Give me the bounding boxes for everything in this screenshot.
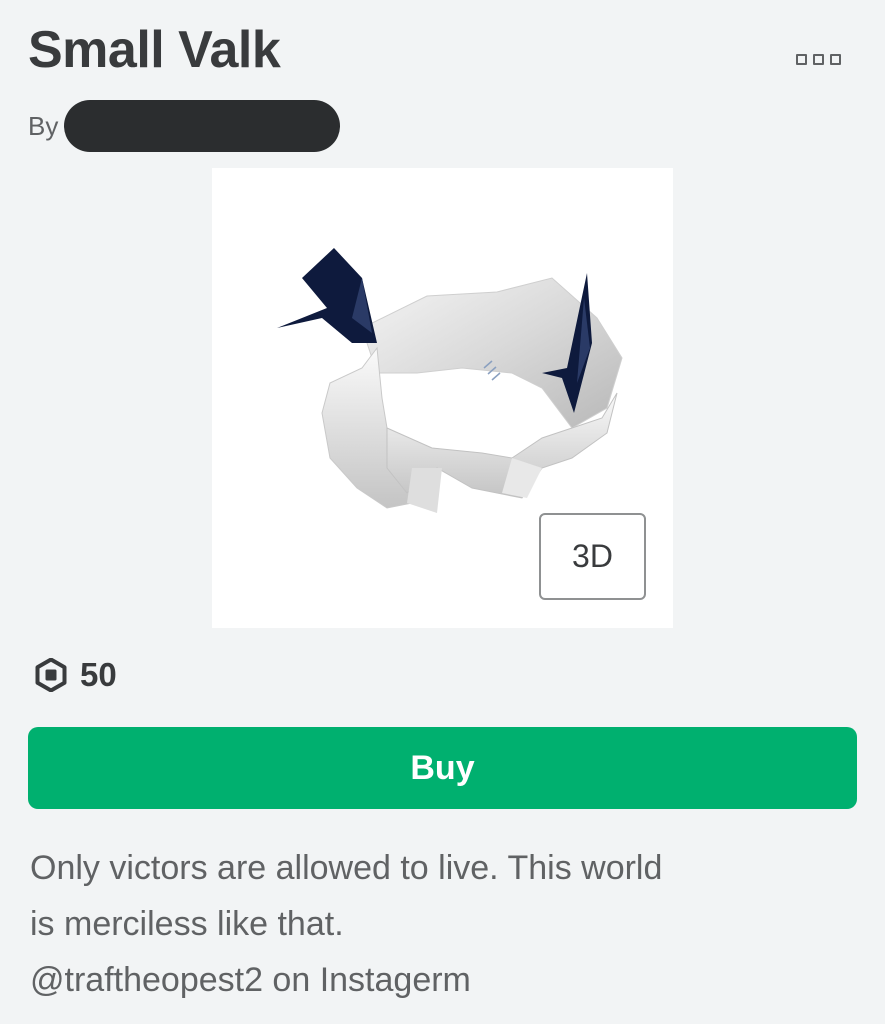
more-options-button[interactable] — [796, 54, 841, 65]
creator-name-redacted[interactable]: [redacted] — [64, 100, 341, 152]
price-value: 50 — [80, 656, 117, 693]
description-line: @traftheopest2 on Instagerm — [30, 961, 471, 999]
by-label: By — [28, 110, 59, 141]
item-details-page: Small Valk By [redacted] 3D 50 Buy Only … — [0, 0, 885, 1024]
description-line: is merciless like that. — [30, 905, 344, 943]
description-line: Only victors are allowed to live. This w… — [30, 849, 663, 887]
more-options-icon — [796, 54, 807, 65]
item-thumbnail: 3D — [212, 168, 673, 628]
price-row: 50 — [34, 656, 117, 694]
robux-icon — [35, 658, 67, 692]
more-options-dot — [813, 54, 824, 65]
item-description: Only victors are allowed to live. This w… — [30, 840, 860, 1008]
view-3d-button[interactable]: 3D — [539, 513, 646, 600]
more-options-dot — [830, 54, 841, 65]
creator-row: By [redacted] — [28, 100, 341, 152]
item-title: Small Valk — [28, 21, 281, 79]
buy-button[interactable]: Buy — [28, 727, 857, 809]
